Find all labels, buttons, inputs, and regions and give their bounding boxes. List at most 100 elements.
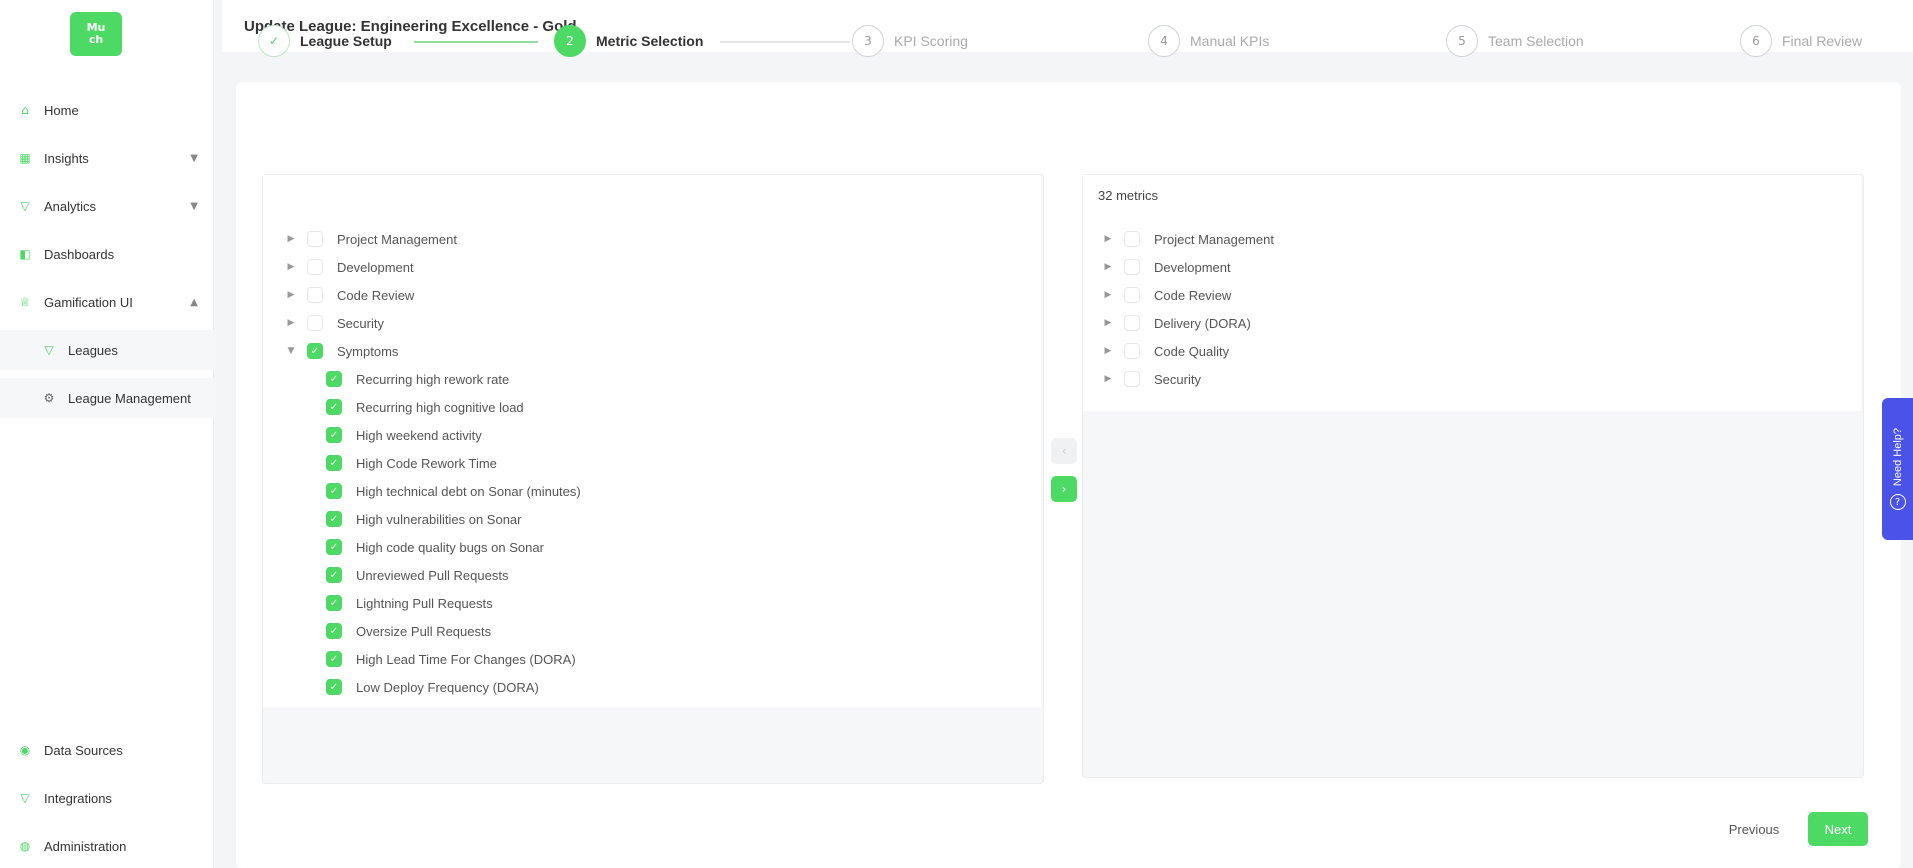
sidebar-item-administration[interactable]: ◍ Administration — [0, 826, 214, 866]
tree-label: Project Management — [1154, 231, 1274, 247]
expand-icon[interactable]: ▶ — [285, 290, 297, 300]
step-number: 4 — [1148, 25, 1180, 57]
tree-label: Recurring high rework rate — [356, 371, 510, 387]
gear-icon: ⚙ — [43, 391, 55, 405]
step-final-review[interactable]: 6 Final Review — [1740, 24, 1862, 58]
metric-checkbox-checked[interactable]: ✓ — [326, 679, 342, 695]
expand-icon[interactable]: ▶ — [1102, 318, 1114, 328]
expand-icon[interactable]: ▶ — [1102, 290, 1114, 300]
sidebar-item-league-management[interactable]: ⚙ League Management — [0, 378, 214, 418]
group-checkbox[interactable] — [307, 231, 323, 247]
group-checkbox[interactable] — [1124, 287, 1140, 303]
app-logo[interactable]: Mu ch — [70, 12, 122, 56]
sidebar-item-data-sources[interactable]: ◉ Data Sources — [0, 730, 214, 770]
help-icon: ? — [1889, 494, 1906, 511]
metric-checkbox-checked[interactable]: ✓ — [326, 371, 342, 387]
sidebar-item-label: League Management — [68, 390, 191, 406]
next-button[interactable]: Next — [1808, 812, 1868, 846]
step-kpi-scoring[interactable]: 3 KPI Scoring — [852, 24, 968, 58]
tree-group-project-management[interactable]: ▶ Project Management — [1102, 228, 1274, 250]
step-manual-kpis[interactable]: 4 Manual KPIs — [1148, 24, 1269, 58]
expand-icon[interactable]: ▶ — [285, 318, 297, 328]
tree-leaf[interactable]: ✓ Recurring high rework rate — [326, 368, 509, 390]
metric-checkbox-checked[interactable]: ✓ — [326, 651, 342, 667]
tree-label: Oversize Pull Requests — [356, 623, 492, 639]
metric-checkbox-checked[interactable]: ✓ — [326, 511, 342, 527]
metric-checkbox-checked[interactable]: ✓ — [326, 483, 342, 499]
group-checkbox[interactable] — [1124, 231, 1140, 247]
tree-group-symptoms[interactable]: ▼ ✓ Symptoms — [285, 340, 398, 362]
sidebar-item-gamification[interactable]: ♕ Gamification UI ▲ — [0, 282, 214, 322]
tree-leaf[interactable]: ✓ High Code Rework Time — [326, 452, 497, 474]
tree-leaf[interactable]: ✓ High code quality bugs on Sonar — [326, 536, 544, 558]
tree-group-delivery-dora[interactable]: ▶ Delivery (DORA) — [1102, 312, 1251, 334]
metric-checkbox-checked[interactable]: ✓ — [326, 539, 342, 555]
metric-checkbox-checked[interactable]: ✓ — [326, 595, 342, 611]
tree-label: Unreviewed Pull Requests — [356, 567, 509, 583]
sidebar-item-label: Home — [44, 102, 79, 118]
group-checkbox[interactable] — [1124, 259, 1140, 275]
step-metric-selection[interactable]: 2 Metric Selection — [554, 24, 703, 58]
tree-leaf[interactable]: ✓ High weekend activity — [326, 424, 482, 446]
group-checkbox[interactable] — [307, 315, 323, 331]
database-icon: ◉ — [19, 743, 31, 757]
tree-leaf[interactable]: ✓ Oversize Pull Requests — [326, 620, 491, 642]
tree-leaf[interactable]: ✓ Low Deploy Frequency (DORA) — [326, 676, 539, 698]
step-number: 2 — [554, 25, 586, 57]
sidebar-item-home[interactable]: ⌂ Home — [0, 90, 214, 130]
selected-metrics-count: 32 metrics — [1098, 188, 1158, 203]
tree-group-security[interactable]: ▶ Security — [285, 312, 384, 334]
tree-leaf[interactable]: ✓ Recurring high cognitive load — [326, 396, 524, 418]
tree-label: Security — [1154, 371, 1201, 387]
sidebar-item-dashboards[interactable]: ◧ Dashboards — [0, 234, 214, 274]
collapse-icon[interactable]: ▼ — [285, 346, 297, 356]
funnel-icon: ▽ — [20, 199, 30, 213]
group-checkbox[interactable] — [1124, 343, 1140, 359]
chevron-down-icon: ▼ — [190, 200, 198, 212]
tree-group-development[interactable]: ▶ Development — [1102, 256, 1231, 278]
move-right-button[interactable]: › — [1051, 476, 1077, 502]
sidebar-item-integrations[interactable]: ▽ Integrations — [0, 778, 214, 818]
metric-checkbox-checked[interactable]: ✓ — [326, 567, 342, 583]
tree-label: High Lead Time For Changes (DORA) — [356, 651, 576, 667]
step-league-setup[interactable]: ✓ League Setup — [258, 24, 392, 58]
tree-group-project-management[interactable]: ▶ Project Management — [285, 228, 457, 250]
sidebar-item-analytics[interactable]: ▽ Analytics ▼ — [0, 186, 214, 226]
tree-leaf[interactable]: ✓ Unreviewed Pull Requests — [326, 564, 508, 586]
group-checkbox[interactable] — [307, 259, 323, 275]
tree-group-code-review[interactable]: ▶ Code Review — [285, 284, 414, 306]
tree-group-code-quality[interactable]: ▶ Code Quality — [1102, 340, 1229, 362]
metric-checkbox-checked[interactable]: ✓ — [326, 455, 342, 471]
expand-icon[interactable]: ▶ — [285, 234, 297, 244]
tree-group-development[interactable]: ▶ Development — [285, 256, 414, 278]
tree-leaf[interactable]: ✓ High Lead Time For Changes (DORA) — [326, 648, 576, 670]
move-left-button[interactable]: ‹ — [1051, 438, 1077, 464]
funnel-icon: ▽ — [44, 343, 54, 357]
sidebar-item-insights[interactable]: ▦ Insights ▼ — [0, 138, 214, 178]
group-checkbox[interactable] — [307, 287, 323, 303]
metric-checkbox-checked[interactable]: ✓ — [326, 427, 342, 443]
tree-label: High code quality bugs on Sonar — [356, 539, 544, 555]
tree-leaf[interactable]: ✓ High vulnerabilities on Sonar — [326, 508, 521, 530]
step-team-selection[interactable]: 5 Team Selection — [1446, 24, 1584, 58]
sidebar-item-leagues[interactable]: ▽ Leagues — [0, 330, 214, 370]
group-checkbox-checked[interactable]: ✓ — [307, 343, 323, 359]
metric-checkbox-checked[interactable]: ✓ — [326, 623, 342, 639]
tree-label: Lightning Pull Requests — [356, 595, 493, 611]
expand-icon[interactable]: ▶ — [285, 262, 297, 272]
expand-icon[interactable]: ▶ — [1102, 374, 1114, 384]
metric-checkbox-checked[interactable]: ✓ — [326, 399, 342, 415]
previous-button[interactable]: Previous — [1714, 812, 1794, 846]
expand-icon[interactable]: ▶ — [1102, 262, 1114, 272]
chevron-down-icon: ▼ — [190, 152, 198, 164]
tree-group-security[interactable]: ▶ Security — [1102, 368, 1201, 390]
need-help-tab[interactable]: Need Help? ? — [1882, 398, 1913, 540]
tree-leaf[interactable]: ✓ Lightning Pull Requests — [326, 592, 493, 614]
tree-group-code-review[interactable]: ▶ Code Review — [1102, 284, 1231, 306]
group-checkbox[interactable] — [1124, 315, 1140, 331]
group-checkbox[interactable] — [1124, 371, 1140, 387]
expand-icon[interactable]: ▶ — [1102, 234, 1114, 244]
trophy-icon: ♕ — [19, 295, 31, 309]
expand-icon[interactable]: ▶ — [1102, 346, 1114, 356]
tree-leaf[interactable]: ✓ High technical debt on Sonar (minutes) — [326, 480, 581, 502]
